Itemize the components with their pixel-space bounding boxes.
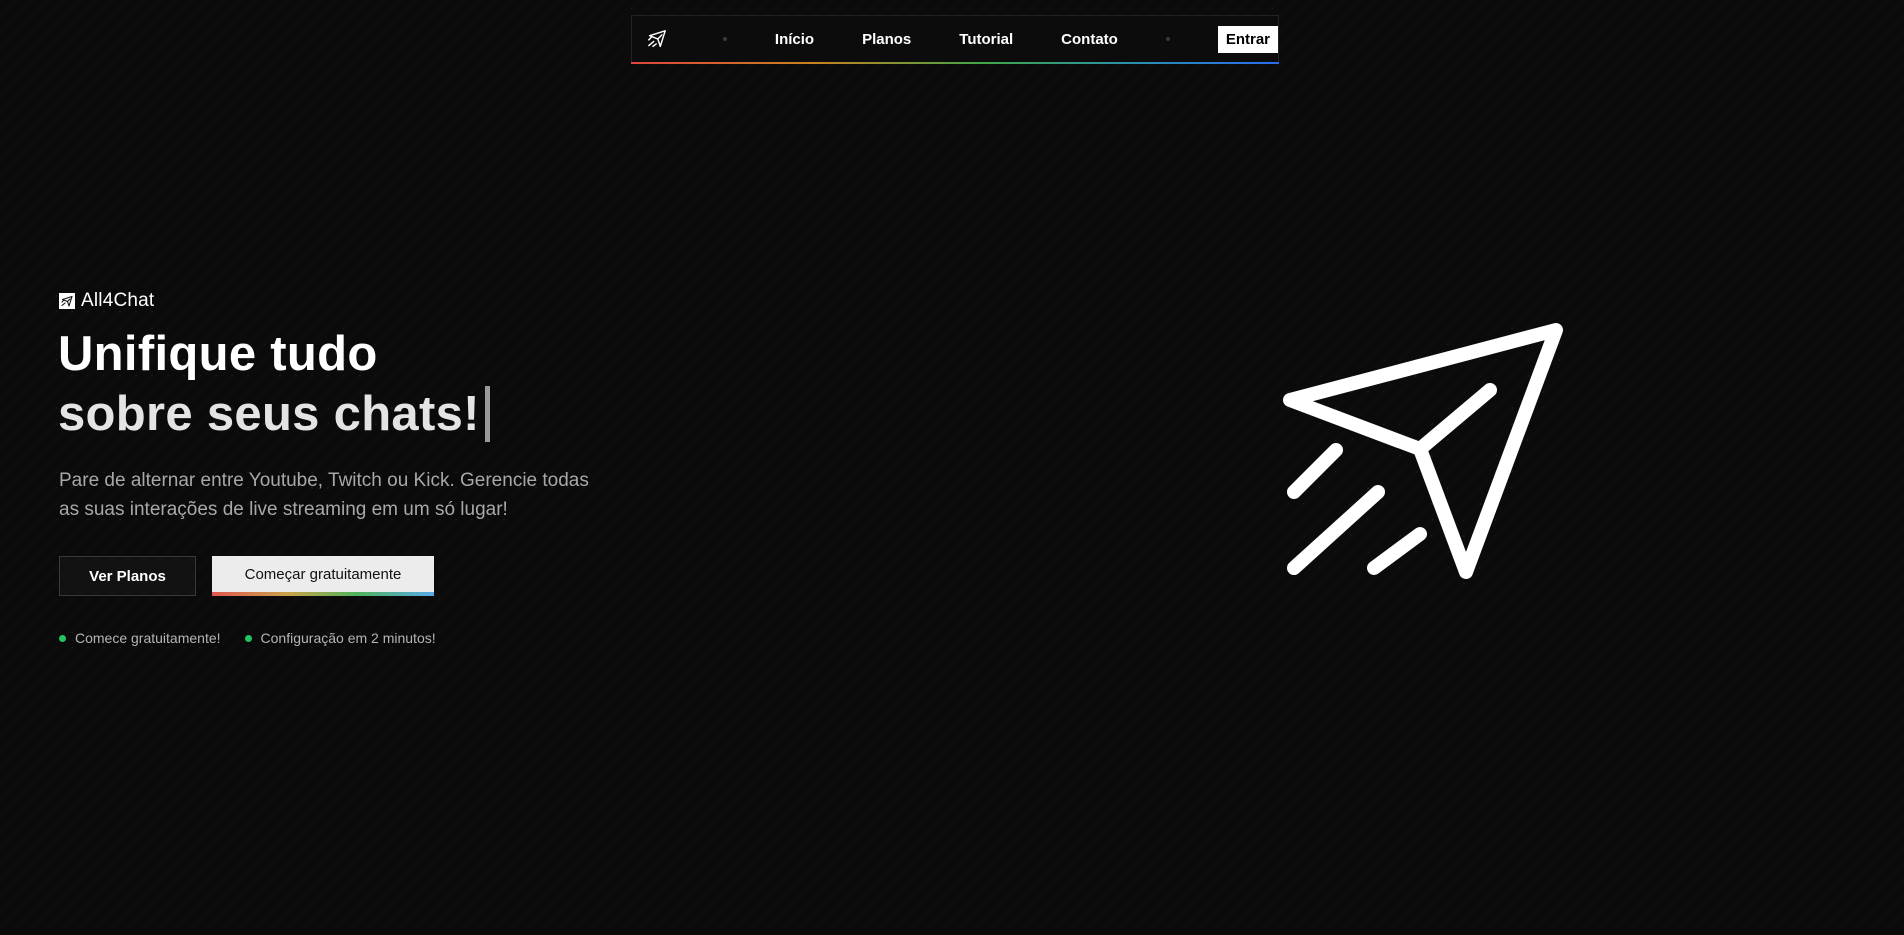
feature-list: Comece gratuitamente! Configuração em 2 … [59,630,460,646]
nav-links: Início Planos Tutorial Contato [775,31,1118,48]
feature-text: Configuração em 2 minutos! [260,630,436,646]
feature-item: Configuração em 2 minutos! [244,630,436,646]
nav-link-tutorial[interactable]: Tutorial [959,31,1013,48]
brand-logo-icon [59,293,75,309]
feature-item: Comece gratuitamente! [59,630,221,646]
hero-title-line-2: sobre seus chats! [58,387,480,441]
landing-page: Início Planos Tutorial Contato Entrar Al… [0,0,1904,935]
nav-divider-dot [1165,37,1170,41]
paper-plane-illustration-icon [1280,322,1568,586]
hero-title: Unifique tudo sobre seus chats! [58,324,490,444]
brand: All4Chat [59,290,154,312]
status-dot-icon [59,634,66,642]
paper-plane-icon[interactable] [646,28,668,50]
nav-link-contato[interactable]: Contato [1061,31,1118,48]
view-plans-button[interactable]: Ver Planos [59,556,196,596]
status-dot-icon [244,634,252,642]
top-navbar: Início Planos Tutorial Contato Entrar [631,15,1279,64]
nav-link-inicio[interactable]: Início [775,31,814,48]
nav-link-planos[interactable]: Planos [862,31,911,48]
hero-title-line-1: Unifique tudo [58,327,378,381]
start-free-button[interactable]: Começar gratuitamente [212,556,434,596]
typing-caret [484,386,490,442]
login-button[interactable]: Entrar [1217,25,1278,53]
feature-text: Comece gratuitamente! [75,630,221,646]
hero-subtitle: Pare de alternar entre Youtube, Twitch o… [59,470,589,520]
brand-name: All4Chat [81,290,155,311]
nav-divider-dot [722,37,727,41]
